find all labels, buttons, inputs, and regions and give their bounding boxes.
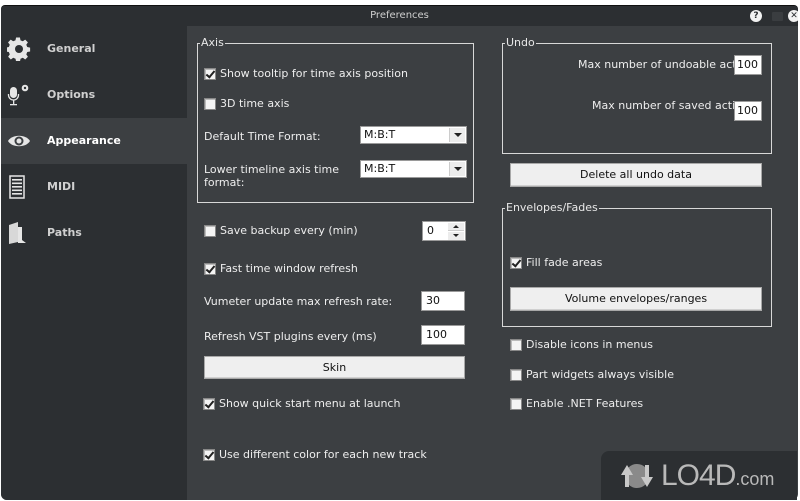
lower-timeline-format-select[interactable]: M:B:T [360, 160, 467, 178]
title-bar: Preferences ? ✕ [1, 6, 798, 26]
checkbox-box[interactable] [204, 224, 216, 237]
spin-down-icon[interactable] [448, 232, 464, 240]
lower-timeline-format-label-cont: format: [204, 176, 245, 189]
max-undoable-input[interactable]: 100 [734, 55, 762, 75]
skin-button[interactable]: Skin [204, 356, 465, 379]
piano-roll-icon [9, 175, 25, 199]
select-value: M:B:T [364, 162, 396, 175]
checkbox-label: Enable .NET Features [526, 397, 644, 410]
delete-undo-button[interactable]: Delete all undo data [510, 163, 762, 187]
book-icon [9, 222, 26, 244]
max-undoable-label: Max number of undoable actions [578, 58, 760, 71]
show-tooltip-checkbox[interactable]: Show tooltip for time axis position [204, 67, 408, 80]
help-button[interactable]: ? [750, 10, 762, 22]
sidebar-item-label: Appearance [47, 134, 121, 147]
checkbox-box[interactable] [204, 67, 216, 80]
sidebar-item-paths[interactable]: Paths [1, 210, 187, 256]
fast-refresh-checkbox[interactable]: Fast time window refresh [204, 262, 358, 275]
watermark-brand: LO4D [661, 458, 736, 492]
save-backup-spinbox[interactable]: 0 [422, 221, 466, 241]
preferences-window: Preferences ? ✕ General Options Appearan… [1, 5, 798, 500]
checkbox-label: Fast time window refresh [220, 262, 358, 275]
vumeter-rate-label: Vumeter update max refresh rate: [204, 295, 393, 308]
spin-up-icon[interactable] [448, 223, 464, 231]
part-widgets-checkbox[interactable]: Part widgets always visible [510, 368, 674, 381]
chevron-down-icon[interactable] [449, 162, 465, 176]
sidebar-item-general[interactable]: General [1, 26, 187, 72]
checkbox-label: 3D time axis [220, 97, 290, 110]
fill-fade-checkbox[interactable]: Fill fade areas [510, 256, 602, 269]
maximize-button[interactable] [772, 12, 783, 21]
diff-color-checkbox[interactable]: Use different color for each new track [203, 448, 427, 461]
volume-envelopes-button[interactable]: Volume envelopes/ranges [510, 287, 762, 311]
save-backup-checkbox[interactable]: Save backup every (min) [204, 224, 358, 237]
microphone-gear-icon [7, 84, 29, 106]
checkbox-box[interactable] [204, 97, 216, 110]
sidebar-item-options[interactable]: Options [1, 72, 187, 118]
checkbox-label: Show quick start menu at launch [219, 397, 401, 410]
3d-time-axis-checkbox[interactable]: 3D time axis [204, 97, 289, 110]
spinbox-value: 0 [427, 224, 434, 237]
checkbox-label: Disable icons in menus [526, 338, 654, 351]
select-value: M:B:T [364, 128, 396, 141]
checkbox-box[interactable] [203, 397, 215, 410]
envelopes-group-title: Envelopes/Fades [505, 201, 599, 214]
quick-start-checkbox[interactable]: Show quick start menu at launch [203, 397, 400, 410]
lo4d-watermark: LO4D.com [601, 451, 797, 500]
gear-icon [7, 37, 31, 61]
checkbox-label: Fill fade areas [526, 256, 603, 269]
default-time-format-label: Default Time Format: [204, 130, 321, 143]
enable-net-checkbox[interactable]: Enable .NET Features [510, 397, 643, 410]
sidebar: General Options Appearance MIDI Paths [1, 26, 187, 500]
sidebar-item-appearance[interactable]: Appearance [1, 118, 187, 164]
close-button[interactable]: ✕ [788, 10, 798, 22]
lower-timeline-format-label: Lower timeline axis time [204, 163, 340, 176]
checkbox-box[interactable] [204, 262, 216, 275]
checkbox-box[interactable] [203, 448, 215, 461]
watermark-text: LO4D.com [661, 459, 774, 493]
disable-icons-checkbox[interactable]: Disable icons in menus [510, 338, 653, 351]
vst-refresh-input[interactable]: 100 [421, 325, 465, 345]
default-time-format-select[interactable]: M:B:T [360, 126, 467, 144]
checkbox-box[interactable] [510, 397, 522, 410]
max-saved-input[interactable]: 100 [734, 101, 762, 121]
checkbox-box[interactable] [510, 338, 522, 351]
chevron-down-icon[interactable] [449, 128, 465, 142]
vumeter-rate-input[interactable]: 30 [421, 291, 465, 311]
vst-refresh-label: Refresh VST plugins every (ms) [204, 330, 377, 343]
eye-icon [8, 135, 30, 147]
checkbox-box[interactable] [510, 256, 522, 269]
sidebar-item-label: MIDI [47, 180, 76, 193]
max-saved-label: Max number of saved actions [592, 99, 755, 112]
lo4d-logo-icon [621, 463, 653, 488]
checkbox-label: Show tooltip for time axis position [220, 67, 408, 80]
watermark-suffix: .com [735, 468, 775, 489]
checkbox-box[interactable] [510, 368, 522, 381]
window-title: Preferences [370, 10, 429, 21]
undo-group-title: Undo [505, 36, 536, 49]
axis-group-title: Axis [200, 36, 225, 49]
sidebar-item-label: General [47, 42, 96, 55]
sidebar-item-label: Paths [47, 226, 82, 239]
checkbox-label: Part widgets always visible [526, 368, 674, 381]
checkbox-label: Use different color for each new track [219, 448, 427, 461]
checkbox-label: Save backup every (min) [220, 224, 358, 237]
sidebar-item-label: Options [47, 88, 96, 101]
sidebar-item-midi[interactable]: MIDI [1, 164, 187, 210]
